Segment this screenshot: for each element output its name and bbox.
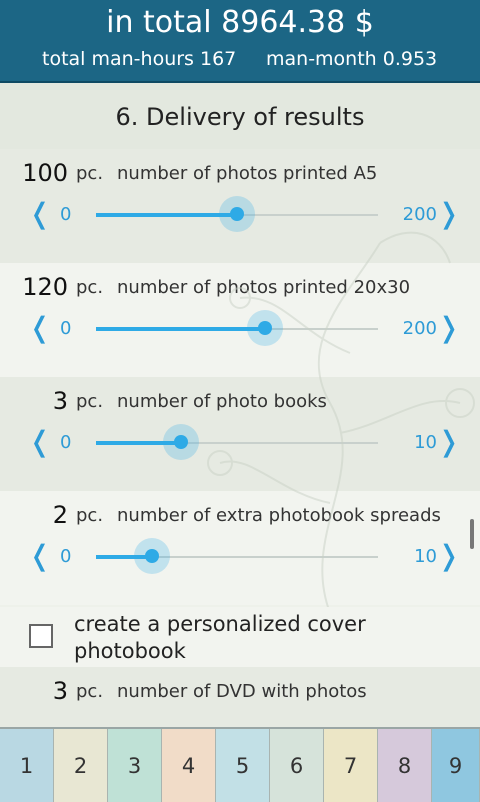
min-value: 0 (60, 204, 72, 225)
tab-1[interactable]: 1 (0, 729, 54, 802)
personalized-cover-checkbox[interactable] (29, 624, 53, 648)
min-value: 0 (60, 318, 72, 339)
tab-5[interactable]: 5 (216, 729, 270, 802)
tab-4[interactable]: 4 (162, 729, 216, 802)
decrement-arrow-icon[interactable]: ❬ (28, 541, 51, 571)
decrement-arrow-icon[interactable]: ❬ (28, 199, 51, 229)
floral-decoration (207, 231, 475, 614)
man-month-text: man-month 0.953 (266, 48, 438, 70)
unit-label: pc. (76, 391, 104, 412)
decrement-arrow-icon[interactable]: ❬ (28, 427, 51, 457)
tab-8[interactable]: 8 (378, 729, 432, 802)
quantity-value: 120 (22, 273, 68, 301)
tab-3[interactable]: 3 (108, 729, 162, 802)
tab-9[interactable]: 9 (432, 729, 480, 802)
slider-row: 3 pc. number of DVD with photos (0, 667, 480, 727)
personalized-cover-option[interactable]: create a personalized cover photobook (0, 607, 480, 667)
unit-label: pc. (76, 505, 104, 526)
unit-label: pc. (76, 681, 104, 702)
item-label: number of DVD with photos (117, 681, 367, 702)
tab-2[interactable]: 2 (54, 729, 108, 802)
quantity-value: 3 (52, 387, 68, 415)
min-value: 0 (60, 546, 72, 567)
tab-7[interactable]: 7 (324, 729, 378, 802)
slider-thumb[interactable] (134, 538, 171, 574)
quantity-value: 3 (52, 677, 68, 705)
scrollbar[interactable] (470, 519, 474, 549)
min-value: 0 (60, 432, 72, 453)
section-tabs: 1 2 3 4 5 6 7 8 9 (0, 727, 480, 802)
summary-header: in total 8964.38 $ total man-hours 167 m… (0, 0, 480, 83)
unit-label: pc. (76, 277, 104, 298)
unit-label: pc. (76, 163, 104, 184)
tab-6[interactable]: 6 (270, 729, 324, 802)
quantity-value: 100 (22, 159, 68, 187)
decrement-arrow-icon[interactable]: ❬ (28, 313, 51, 343)
quantity-value: 2 (52, 501, 68, 529)
item-label: number of photos printed A5 (117, 163, 378, 184)
checkbox-label: create a personalized cover photobook (74, 612, 366, 663)
total-cost: in total 8964.38 $ (106, 5, 374, 40)
scroll-content[interactable]: 6. Delivery of results 100 pc. number of… (0, 83, 480, 727)
man-hours-text: total man-hours 167 (42, 48, 237, 70)
section-title: 6. Delivery of results (0, 83, 480, 149)
